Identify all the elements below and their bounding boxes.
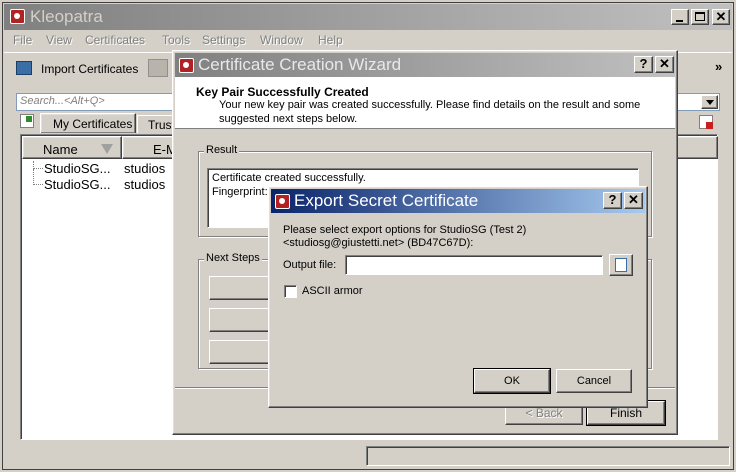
result-group-label: Result [204,144,240,156]
menu-file[interactable]: File [13,33,32,47]
menu-window[interactable]: Window [260,33,303,47]
row-email: studios [124,177,166,192]
row-email: studios [124,161,166,176]
new-tab-icon [20,114,34,128]
tree-branch-icon [33,161,43,169]
ok-button[interactable]: OK [473,368,551,394]
chevron-down-icon [706,100,714,105]
search-dropdown-button[interactable] [701,95,718,109]
menu-help[interactable]: Help [318,33,343,47]
toolbar-overflow-icon[interactable]: » [715,59,722,74]
export-secret-certificate-dialog: Export Secret Certificate ? ✕ Please sel… [268,186,648,408]
column-name-label: Name [43,142,78,157]
export-help-button[interactable]: ? [603,192,622,209]
tree-branch-icon [33,169,43,185]
browse-file-icon [615,258,627,272]
new-tab-button[interactable] [18,113,38,131]
browse-file-button[interactable] [609,254,633,276]
result-line2: Fingerprint: [212,186,268,198]
cancel-button[interactable]: Cancel [556,369,632,393]
column-header-name[interactable]: Name [22,136,122,159]
back-button-label: < Back [525,406,563,420]
wizard-title: Certificate Creation Wizard [198,55,402,74]
export-close-button[interactable]: ✕ [624,192,643,209]
wizard-close-button[interactable]: ✕ [655,56,674,73]
close-icon: ✕ [659,56,670,71]
wizard-titlebar[interactable]: Certificate Creation Wizard ? ✕ [175,53,675,77]
import-certificates-icon [16,61,32,75]
menu-bar: File View Certificates Tools Settings Wi… [4,31,732,49]
tab-my-certificates-label: My Certificates [53,117,133,131]
wizard-heading: Key Pair Successfully Created [196,85,369,99]
menu-view[interactable]: View [46,33,72,47]
ok-button-label: OK [504,375,520,387]
export-description-line2: <studiosg@giustetti.net> (BD47C67D): [283,237,474,249]
maximize-button[interactable] [691,9,709,25]
tab-trust-label: Trust [148,118,175,132]
output-file-input[interactable] [345,255,603,275]
close-icon: ✕ [628,192,639,207]
tab-trust[interactable]: Trust [137,115,177,133]
wizard-subtitle-line2: suggested next steps below. [219,113,358,125]
import-certificates-label: Import Certificates [41,62,139,76]
main-close-button[interactable]: ✕ [712,9,730,25]
main-window-title: Kleopatra [30,7,103,26]
close-tab-button[interactable] [697,113,717,131]
ascii-armor-label[interactable]: ASCII armor [302,285,363,297]
search-placeholder: Search...<Alt+Q> [20,95,105,107]
main-titlebar[interactable]: Kleopatra ✕ [4,4,732,30]
help-icon: ? [639,56,648,71]
sort-indicator-icon [101,144,113,154]
wizard-app-icon [179,58,194,73]
status-bar [366,446,730,466]
help-icon: ? [608,192,617,207]
export-title: Export Secret Certificate [294,191,479,210]
row-name: StudioSG... [44,161,111,176]
tab-my-certificates[interactable]: My Certificates [40,113,136,133]
export-description-line1: Please select export options for StudioS… [283,224,527,236]
output-file-label: Output file: [283,259,337,271]
kleopatra-app-icon [10,9,25,24]
menu-settings[interactable]: Settings [202,33,245,47]
cancel-button-label: Cancel [576,375,612,387]
maximize-icon [695,12,705,21]
menu-certificates[interactable]: Certificates [85,33,145,47]
export-app-icon [275,194,290,209]
wizard-help-button[interactable]: ? [634,56,653,73]
finish-button-label: Finish [609,406,642,420]
menu-tools[interactable]: Tools [162,33,190,47]
export-certificates-icon[interactable] [148,59,168,77]
minimize-button[interactable] [671,9,689,25]
row-name: StudioSG... [44,177,111,192]
close-tab-icon [699,115,713,129]
import-certificates-button[interactable]: Import Certificates [12,58,142,80]
export-titlebar[interactable]: Export Secret Certificate ? ✕ [271,189,645,213]
minimize-icon [676,20,683,22]
result-line1: Certificate created successfully. [212,172,366,184]
wizard-subtitle-line1: Your new key pair was created successful… [219,99,641,111]
ascii-armor-checkbox[interactable] [284,285,297,298]
next-steps-group-label: Next Steps [204,252,262,264]
wizard-header-panel: Key Pair Successfully Created Your new k… [175,77,675,129]
close-icon: ✕ [715,9,727,24]
